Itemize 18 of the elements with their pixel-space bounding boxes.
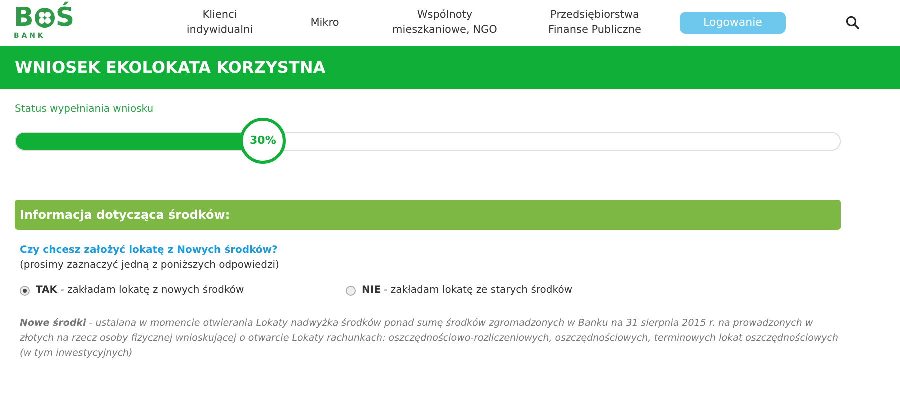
- clover-icon: [34, 7, 56, 29]
- nav-link[interactable]: Wspólnoty mieszkaniowe, NGO: [360, 8, 530, 38]
- progress-reading: 30%: [240, 118, 286, 164]
- question: Czy chcesz założyć lokatę z Nowych środków?: [20, 244, 279, 258]
- option-label: TAK - zakładam lokatę z nowych środków: [36, 284, 244, 298]
- search-icon[interactable]: [846, 16, 860, 30]
- question-hint: (prosimy zaznaczyć jedną z poniższych odpowiedzi): [20, 259, 280, 273]
- radio-button[interactable]: [346, 286, 356, 296]
- nav-link[interactable]: Mikro: [290, 16, 360, 30]
- nav-link[interactable]: Przedsiębiorstwa Finanse Publiczne: [530, 8, 660, 38]
- progress-label: Status wypełniania wniosku: [15, 103, 155, 117]
- section-title: Informacja dotycząca środków:: [20, 207, 230, 224]
- page-title: WNIOSEK EKOLOKATA KORZYSTNA: [15, 56, 326, 78]
- logo-letter: B: [14, 5, 34, 31]
- option-label: NIE - zakładam lokatę ze starych środków: [362, 284, 572, 298]
- nav-link[interactable]: Klienci indywidualni: [150, 8, 290, 38]
- radio-button[interactable]: [20, 286, 30, 296]
- note-paragraph: Nowe środki - ustalana w momencie otwierania Lokaty nadwyżka środków ponad sumę środków zgromadzonych w Banku na 31 sierpnia 2015 r. na prowadzonych w złotych na rzecz osoby fizycznej wnioskującej o otwarcie Lokaty rachunkach: oszczędnościowo-rozliczeniowych, oszczędnościowych, terminowych lokat oszczędnościowych (w tym inwestycyjnych): [20, 317, 840, 361]
